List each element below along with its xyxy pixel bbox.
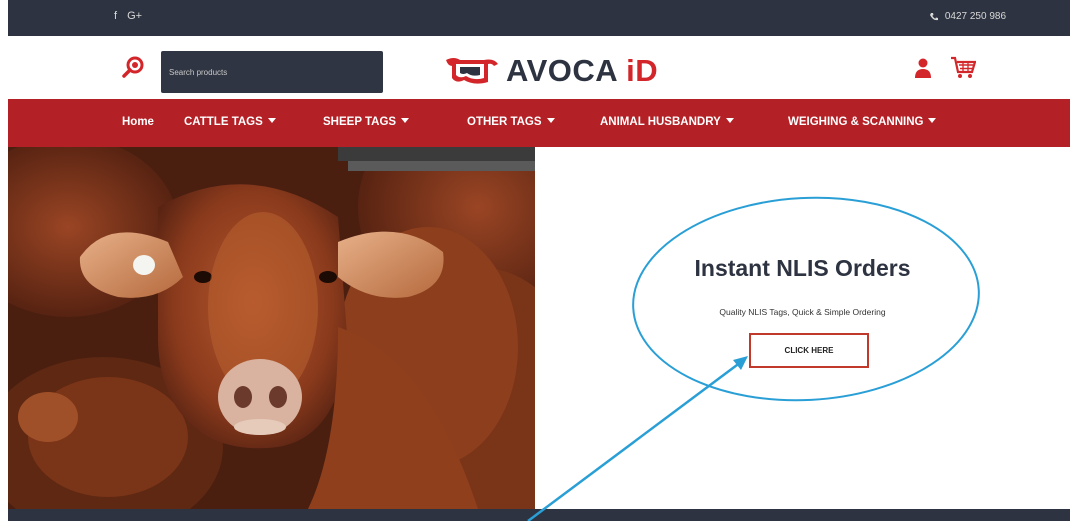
- search-icon[interactable]: [122, 56, 144, 78]
- chevron-down-icon: [401, 118, 410, 123]
- phone-icon: [929, 12, 938, 20]
- nav-item-home[interactable]: Home: [122, 116, 154, 128]
- page-frame: f G+ 0427 250 986 AVOCA iD: [8, 0, 1070, 521]
- hero-cattle-image: [8, 147, 535, 509]
- hero-title: Instant NLIS Orders: [694, 255, 911, 281]
- main-nav: Home CATTLE TAGS SHEEP TAGS OTHER TAGS A…: [8, 99, 1070, 147]
- logo[interactable]: AVOCA iD: [444, 53, 658, 89]
- chevron-down-icon: [267, 118, 276, 123]
- bottom-bar: [8, 509, 1070, 521]
- nav-item-animal-husbandry[interactable]: ANIMAL HUSBANDRY: [600, 116, 734, 128]
- search-box: [161, 51, 383, 93]
- chevron-down-icon: [546, 118, 555, 123]
- cart-icon[interactable]: [950, 56, 976, 80]
- hero-subtitle: Quality NLIS Tags, Quick & Simple Orderi…: [719, 307, 886, 317]
- social-links: f G+: [114, 10, 142, 22]
- hero-content: Instant NLIS Orders Quality NLIS Tags, Q…: [535, 147, 1070, 509]
- nav-item-weighing-scanning[interactable]: WEIGHING & SCANNING: [788, 116, 937, 128]
- nav-item-cattle-tags[interactable]: CATTLE TAGS: [184, 116, 276, 128]
- hero-banner: Instant NLIS Orders Quality NLIS Tags, Q…: [8, 147, 1070, 509]
- facebook-icon[interactable]: f: [114, 10, 117, 22]
- click-here-button[interactable]: CLICK HERE: [749, 333, 869, 368]
- chevron-down-icon: [928, 118, 937, 123]
- nav-item-sheep-tags[interactable]: SHEEP TAGS: [323, 116, 410, 128]
- nav-item-other-tags[interactable]: OTHER TAGS: [467, 116, 555, 128]
- search-input[interactable]: [161, 51, 383, 93]
- site-header: AVOCA iD: [8, 36, 1070, 99]
- cow-logo-icon: [446, 58, 498, 84]
- user-account-icon[interactable]: [915, 58, 931, 78]
- top-bar: f G+ 0427 250 986: [8, 0, 1070, 36]
- chevron-down-icon: [725, 118, 734, 123]
- phone-number: 0427 250 986: [944, 11, 1006, 22]
- phone-contact[interactable]: 0427 250 986: [929, 11, 1006, 22]
- logo-text: AVOCA iD: [506, 53, 659, 88]
- google-plus-icon[interactable]: G+: [127, 10, 142, 22]
